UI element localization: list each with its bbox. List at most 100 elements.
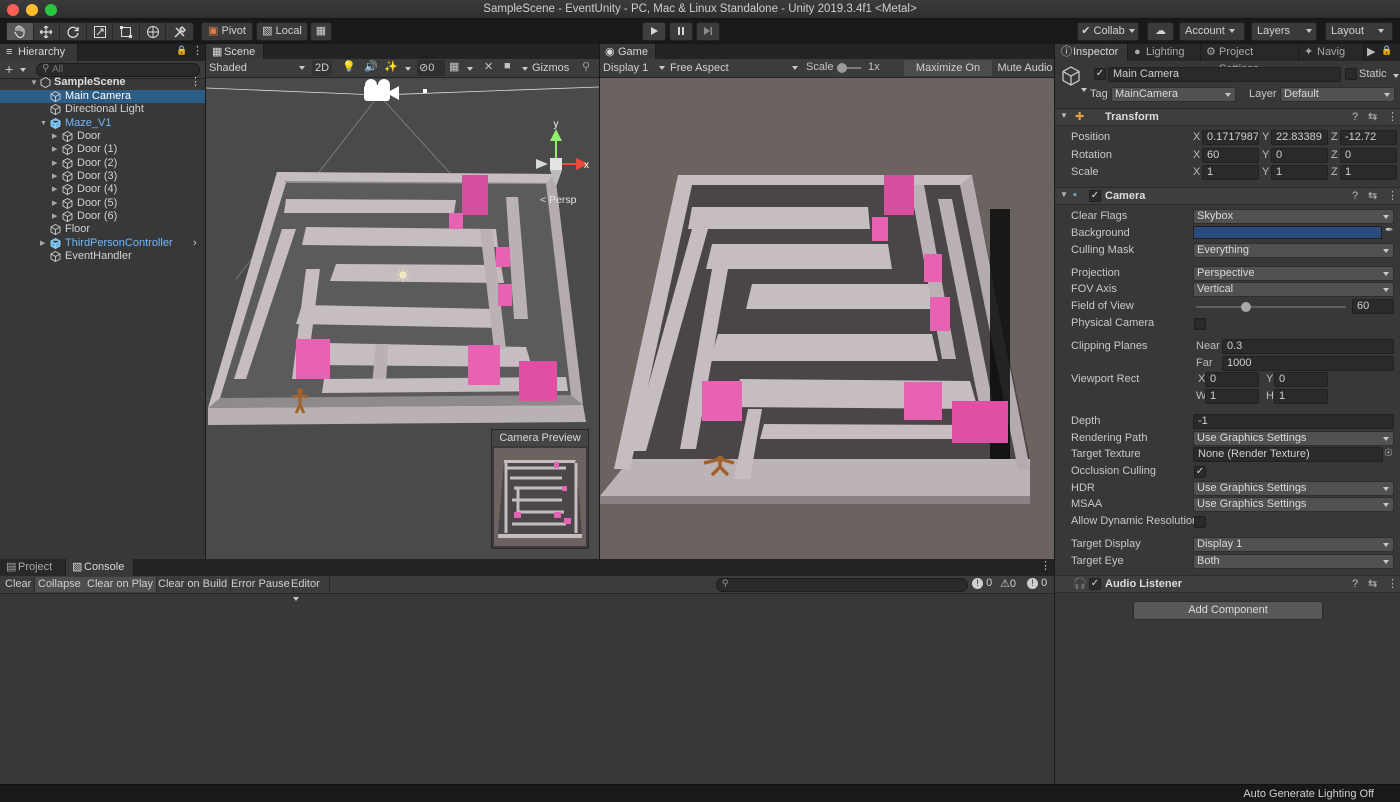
- viewport-x-field[interactable]: 0: [1205, 372, 1259, 387]
- expand-arrow-icon[interactable]: ▶: [52, 130, 57, 143]
- help-icon[interactable]: ?: [1352, 111, 1358, 123]
- collapse-arrow-icon[interactable]: ▼: [40, 117, 47, 130]
- add-component-button[interactable]: Add Component: [1133, 601, 1323, 620]
- tab-project[interactable]: ▤ Project: [0, 559, 66, 576]
- position-x-field[interactable]: 0.1717987: [1202, 130, 1259, 145]
- camera-enabled-checkbox[interactable]: ✓: [1089, 190, 1101, 202]
- viewport-w-field[interactable]: 1: [1205, 389, 1259, 404]
- fov-slider-handle[interactable]: [1240, 302, 1251, 312]
- hierarchy-item[interactable]: Directional Light: [0, 103, 205, 116]
- display-dropdown[interactable]: Display 1: [603, 60, 665, 76]
- layer-dropdown[interactable]: Default: [1280, 87, 1395, 102]
- rotation-x-field[interactable]: 60: [1202, 148, 1259, 163]
- lock-icon[interactable]: 🔒: [176, 45, 187, 56]
- scale-slider[interactable]: [837, 63, 861, 73]
- background-color-swatch[interactable]: [1193, 226, 1382, 239]
- hierarchy-item[interactable]: EventHandler: [0, 250, 205, 263]
- minimize-window-button[interactable]: [26, 4, 38, 16]
- gizmos-dropdown[interactable]: Gizmos: [532, 60, 576, 87]
- far-field[interactable]: 1000: [1222, 356, 1394, 371]
- tools-icon[interactable]: ✕: [484, 60, 493, 73]
- effects-dropdown-icon[interactable]: [405, 67, 411, 71]
- lock-icon[interactable]: 🔒: [1381, 45, 1392, 56]
- hierarchy-item[interactable]: ▶ Door (3): [0, 170, 205, 183]
- camera-icon[interactable]: ■: [504, 60, 511, 72]
- component-menu-icon[interactable]: ⋮: [1387, 189, 1398, 202]
- position-y-field[interactable]: 22.83389: [1271, 130, 1328, 145]
- transform-tool-icon[interactable]: [140, 23, 167, 40]
- scale-y-field[interactable]: 1: [1271, 165, 1328, 180]
- hierarchy-item[interactable]: ▶ Door (4): [0, 183, 205, 196]
- dynamic-resolution-checkbox[interactable]: [1194, 516, 1206, 528]
- target-eye-dropdown[interactable]: Both: [1193, 554, 1394, 569]
- tab-project-settings[interactable]: ⚙Project Settings: [1201, 44, 1299, 75]
- hierarchy-item[interactable]: ▶ ThirdPersonController ›: [0, 237, 205, 250]
- expand-arrow-icon[interactable]: ▶: [52, 143, 57, 156]
- audio-listener-header[interactable]: 🎧 ✓ Audio Listener ? ⇆ ⋮: [1055, 575, 1400, 593]
- depth-field[interactable]: -1: [1193, 414, 1394, 429]
- help-icon[interactable]: ?: [1352, 190, 1358, 202]
- tab-lighting[interactable]: ● Lighting: [1128, 44, 1201, 61]
- object-picker-icon[interactable]: ☉: [1384, 448, 1393, 459]
- scale-slider-handle[interactable]: [837, 63, 847, 73]
- console-error-pause-toggle[interactable]: Error Pause: [228, 577, 294, 592]
- maximize-on-play-toggle[interactable]: Maximize On Play: [904, 60, 992, 90]
- fov-slider[interactable]: [1196, 302, 1346, 312]
- occlusion-culling-checkbox[interactable]: ✓: [1194, 466, 1206, 478]
- expand-arrow-icon[interactable]: ▶: [40, 237, 45, 250]
- hierarchy-item[interactable]: Floor: [0, 223, 205, 236]
- clear-flags-dropdown[interactable]: Skybox: [1193, 209, 1394, 224]
- rect-tool-icon[interactable]: [113, 23, 140, 40]
- presets-icon[interactable]: ⇆: [1368, 110, 1377, 123]
- expand-arrow-icon[interactable]: ▶: [52, 157, 57, 170]
- object-name-field[interactable]: Main Camera: [1108, 67, 1341, 82]
- scale-x-field[interactable]: 1: [1202, 165, 1259, 180]
- presets-icon[interactable]: ⇆: [1368, 189, 1377, 202]
- close-window-button[interactable]: [7, 4, 19, 16]
- tag-dropdown[interactable]: MainCamera: [1111, 87, 1236, 102]
- scene-menu-icon[interactable]: ⋮: [190, 76, 201, 89]
- hierarchy-item[interactable]: ▶ Door (2): [0, 157, 205, 170]
- scene-root[interactable]: ▼ SampleScene ⋮: [0, 76, 205, 89]
- mute-audio-toggle[interactable]: Mute Audio: [996, 60, 1054, 76]
- hdr-dropdown[interactable]: Use Graphics Settings: [1193, 481, 1394, 496]
- camera-header[interactable]: ▼ ▪ ✓ Camera ? ⇆ ⋮: [1055, 187, 1400, 205]
- rotate-tool-icon[interactable]: [60, 23, 87, 40]
- hierarchy-item[interactable]: ▶ Door (1): [0, 143, 205, 156]
- create-dropdown-icon[interactable]: [20, 68, 26, 72]
- console-collapse-toggle[interactable]: Collapse: [35, 577, 85, 592]
- layers-dropdown[interactable]: Layers: [1251, 22, 1317, 41]
- viewport-y-field[interactable]: 0: [1274, 372, 1328, 387]
- component-menu-icon[interactable]: ⋮: [1387, 110, 1398, 123]
- hierarchy-item[interactable]: ▶ Door (5): [0, 197, 205, 210]
- target-texture-field[interactable]: None (Render Texture): [1193, 447, 1383, 462]
- tab-console[interactable]: ▧ Console: [66, 559, 134, 576]
- pivot-toggle[interactable]: ▣ Pivot: [201, 22, 253, 41]
- viewport-h-field[interactable]: 1: [1274, 389, 1328, 404]
- expand-arrow-icon[interactable]: ▶: [52, 170, 57, 183]
- camera-dropdown-icon[interactable]: [522, 67, 528, 71]
- grid-snap-button[interactable]: ▦: [310, 22, 332, 41]
- fov-axis-dropdown[interactable]: Vertical: [1193, 282, 1394, 297]
- hierarchy-item[interactable]: Main Camera: [0, 90, 205, 104]
- local-toggle[interactable]: ▧ Local: [256, 22, 308, 41]
- rotation-z-field[interactable]: 0: [1340, 148, 1397, 163]
- physical-camera-checkbox[interactable]: [1194, 318, 1206, 330]
- near-field[interactable]: 0.3: [1222, 339, 1394, 354]
- zoom-window-button[interactable]: [45, 4, 57, 16]
- fov-field[interactable]: 60: [1352, 299, 1394, 314]
- culling-mask-dropdown[interactable]: Everything: [1193, 243, 1394, 258]
- tab-inspector[interactable]: ⓘ Inspector: [1055, 44, 1128, 61]
- grid-dropdown-icon[interactable]: [467, 67, 473, 71]
- panel-menu-icon[interactable]: ⋮: [192, 44, 203, 57]
- help-icon[interactable]: ?: [1352, 578, 1358, 590]
- expand-arrow-icon[interactable]: ▶: [52, 210, 57, 223]
- hierarchy-item[interactable]: ▶ Door (6): [0, 210, 205, 223]
- position-z-field[interactable]: -12.72: [1340, 130, 1397, 145]
- expand-arrow-icon[interactable]: ▶: [52, 183, 57, 196]
- hierarchy-item[interactable]: ▼ Maze_V1: [0, 117, 205, 130]
- eyedropper-icon[interactable]: ✒: [1385, 225, 1393, 236]
- hierarchy-item[interactable]: ▶ Door: [0, 130, 205, 143]
- audio-toggle-icon[interactable]: 🔊: [364, 60, 378, 73]
- icon-dropdown-icon[interactable]: [1081, 88, 1087, 92]
